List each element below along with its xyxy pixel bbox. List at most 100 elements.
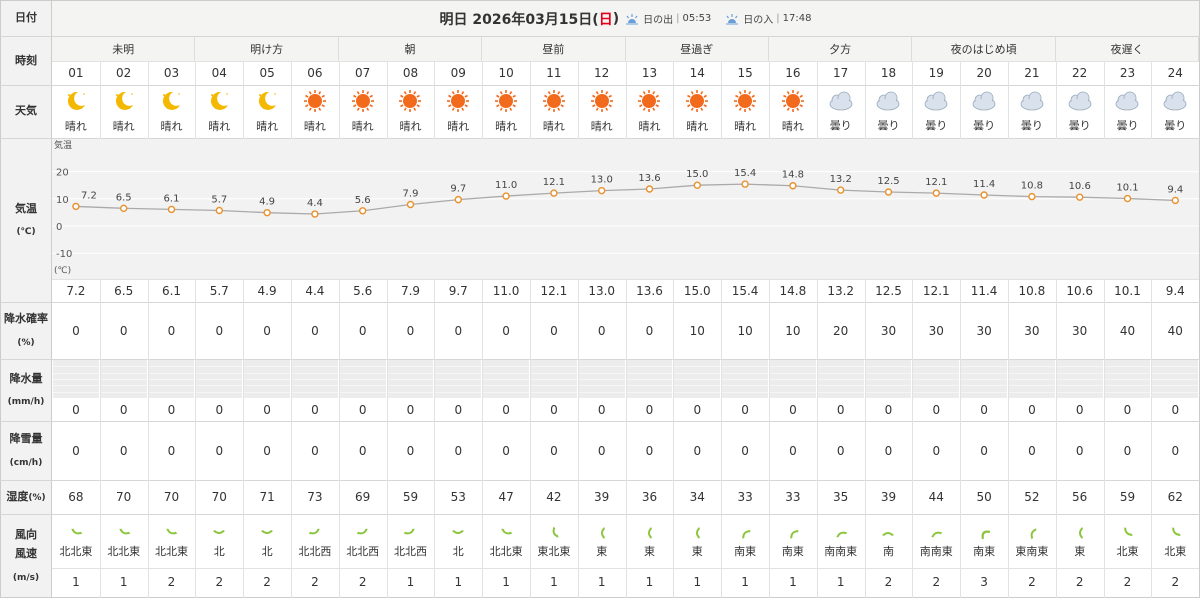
- hour-label: 15: [737, 66, 753, 80]
- divider: [960, 61, 961, 139]
- humidity-cell: 50: [960, 480, 1008, 514]
- row-label: 風向 風速 (m/s): [1, 514, 51, 598]
- snow-value: 0: [645, 443, 654, 458]
- wind-dir-text: 南: [882, 545, 894, 558]
- date-suffix: ): [612, 10, 620, 27]
- wind-dir-text: 北: [261, 545, 273, 558]
- rain-cell: 0: [626, 398, 674, 421]
- wind-arrow-icon: [1167, 525, 1183, 541]
- snow-cell: 0: [817, 421, 865, 480]
- weather-cell: 晴れ: [339, 85, 387, 138]
- period-label: 夜のはじめ頃: [950, 43, 1017, 56]
- precip-prob-cell: 0: [52, 302, 100, 359]
- rain-bar: [1009, 360, 1055, 398]
- temp-value: 5.6: [353, 283, 373, 298]
- snow-cell: 0: [195, 421, 243, 480]
- snow-cell: 0: [1104, 421, 1152, 480]
- wind-speed-label: 風速: [15, 546, 37, 560]
- hour-cell: 22: [1056, 61, 1104, 85]
- sun-icon: [781, 89, 805, 116]
- precip-prob-cell: 40: [1151, 302, 1199, 359]
- cloud-icon: [1066, 90, 1094, 115]
- temperature-point: [454, 195, 462, 204]
- weather-text: 晴れ: [208, 120, 231, 133]
- temp-value: 15.0: [683, 283, 711, 298]
- temperature-data-label: 6.1: [164, 193, 180, 204]
- weather-text: 曇り: [877, 119, 900, 132]
- temperature-data-label: 9.7: [450, 184, 466, 195]
- hour-cell: 03: [148, 61, 196, 85]
- temperature-point: [1028, 192, 1036, 201]
- row-label: 時刻: [1, 37, 51, 85]
- temp-cell: 6.1: [148, 279, 196, 302]
- rain-value: 0: [932, 402, 941, 417]
- weather-cell: 晴れ: [100, 85, 148, 138]
- rain-cell: 0: [1151, 398, 1199, 421]
- temperature-point: [980, 191, 988, 199]
- weather-text: 晴れ: [112, 120, 135, 133]
- temp-value: 13.0: [588, 283, 616, 298]
- hour-cell: 21: [1008, 61, 1056, 85]
- rain-value: 0: [215, 402, 224, 417]
- weather-text: 晴れ: [590, 120, 613, 133]
- wind-speed-cell: 1: [578, 568, 626, 596]
- wind-speed-cell: 1: [673, 568, 721, 596]
- humidity-cell: 59: [387, 480, 435, 514]
- humidity-value: 70: [163, 490, 180, 504]
- precip-prob-value: 10: [737, 323, 753, 338]
- snow-cell: 0: [673, 421, 721, 480]
- humidity-value: 56: [1072, 490, 1088, 504]
- precip-prob-cell: 40: [1104, 302, 1152, 359]
- humidity-cell: 70: [195, 480, 243, 514]
- wind-speed-value: 1: [789, 575, 797, 589]
- divider: [0, 0, 1200, 1]
- humidity-cell: 39: [865, 480, 913, 514]
- sunrise-time: 05:53: [682, 13, 712, 24]
- wind-speed-cell: 1: [721, 568, 769, 596]
- divider: [387, 279, 388, 598]
- wind-arrow-icon: [163, 525, 179, 541]
- precip-prob-value: 30: [976, 323, 992, 338]
- snow-cell: 0: [721, 421, 769, 480]
- moon-icon: [159, 89, 183, 116]
- humidity-cell: 33: [769, 480, 817, 514]
- snow-cell: 0: [52, 421, 100, 480]
- humidity-cell: 47: [482, 480, 530, 514]
- divider: [339, 61, 340, 139]
- temperature-data-label: 6.5: [116, 192, 132, 203]
- snow-value: 0: [1075, 443, 1084, 458]
- humidity-cell: 73: [291, 480, 339, 514]
- wind-speed-value: 2: [263, 575, 271, 589]
- humidity-cell: 71: [243, 480, 291, 514]
- hour-label: 22: [1072, 66, 1088, 80]
- wind-speed-value: 2: [884, 575, 893, 589]
- weather-text: 晴れ: [734, 120, 757, 133]
- snow-label: 降雪量: [9, 432, 43, 445]
- chart-yunit: (℃): [54, 266, 71, 276]
- temperature-data-label: 12.1: [543, 177, 565, 188]
- rain-bar: [770, 360, 816, 398]
- wind-dir-text: 北: [213, 545, 225, 558]
- wind-speed-cell: 1: [100, 568, 148, 596]
- rain-cell: 0: [148, 398, 196, 421]
- temperature-data-label: 5.6: [355, 195, 371, 206]
- precip-prob-value: 0: [645, 323, 654, 338]
- wind-speed-value: 2: [1171, 575, 1180, 589]
- divider: [817, 61, 818, 139]
- wind-speed-cell: 1: [626, 568, 674, 596]
- snow-cell: 0: [243, 421, 291, 480]
- wind-speed-value: 1: [693, 575, 702, 589]
- snow-cell: 0: [291, 421, 339, 480]
- wind-speed-value: 1: [119, 575, 128, 589]
- snow-value: 0: [311, 443, 319, 458]
- period-label: 昼過ぎ: [680, 43, 714, 56]
- wind-speed-cell: 1: [52, 568, 100, 596]
- cloud-icon: [1018, 90, 1046, 115]
- weather-cell: 曇り: [912, 85, 960, 138]
- sun-icon: [303, 89, 327, 116]
- divider: [1056, 61, 1057, 139]
- wind-dir-text: 東: [1074, 545, 1086, 558]
- temperature-data-label: 11.0: [495, 180, 517, 191]
- wind-dir-cell: 東北東: [530, 516, 578, 568]
- temperature-point: [215, 206, 224, 215]
